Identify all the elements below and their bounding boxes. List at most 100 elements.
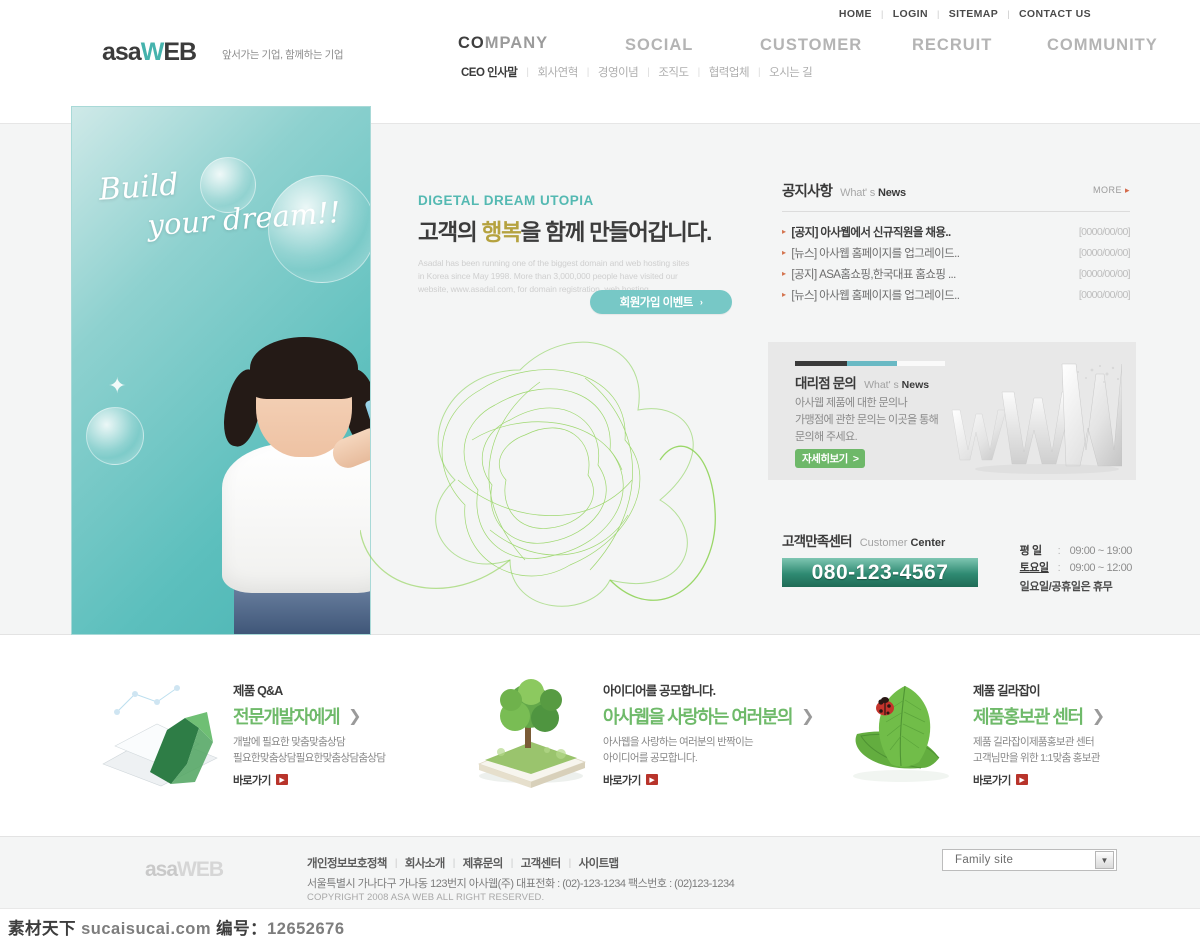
bullet-icon: ▸: [782, 227, 786, 236]
promo-desc-line1: 제품 길라잡이제품홍보관 센터: [973, 736, 1095, 748]
notice-list-item[interactable]: ▸ [공지] ASA홈쇼핑,한국대표 홈쇼핑 ... [0000/00/00]: [782, 263, 1131, 284]
nav-item-recruit[interactable]: RECRUIT: [912, 36, 992, 55]
notice-item-title[interactable]: [뉴스] 아사웹 홈페이지를 업그레이드..: [791, 287, 1070, 303]
notice-item-date: [0000/00/00]: [1078, 246, 1131, 259]
notice-more-label: MORE: [1092, 185, 1122, 195]
promo-title[interactable]: 아사웹을 사랑하는 여러분의 ❯: [603, 703, 818, 729]
customer-center-phone-number: 080-123-4567: [811, 560, 949, 584]
nav-item-community[interactable]: COMMUNITY: [1047, 36, 1158, 55]
customer-center-hours: 평 일 : 09:00 ~ 19:00 토요일 : 09:00 ~ 12:00 …: [1019, 542, 1133, 594]
signup-event-label: 회원가입 이벤트: [619, 297, 694, 309]
footer-link-partnership[interactable]: 제휴문의: [455, 855, 511, 871]
logo-text-w: W: [140, 38, 165, 66]
arrow-right-icon: ▶: [645, 774, 658, 785]
arrow-right-icon: ▸: [1124, 185, 1130, 195]
notice-title-en: What' s News: [840, 187, 906, 199]
hero-script-line1: Build: [97, 167, 180, 208]
footer-address: 서울특별시 가나다구 가나동 123번지 아사웹(주) 대표전화 : (02)-…: [307, 878, 735, 890]
notice-more-link[interactable]: MORE ▸: [1093, 185, 1130, 196]
nav-item-company[interactable]: COMPANY: [458, 34, 548, 53]
site-footer: asaWEB 개인정보보호정책 | 회사소개 | 제휴문의 | 고객센터 | 사…: [0, 836, 1200, 908]
promo-goto-label: 바로가기: [233, 774, 271, 787]
utility-link-login[interactable]: LOGIN: [884, 8, 937, 20]
chevron-right-icon: ❯: [1091, 708, 1105, 725]
customer-center: 고객만족센터 Customer Center 080-123-4567 평 일 …: [782, 530, 1132, 593]
promo-goto-link[interactable]: 바로가기 ▶: [973, 772, 1188, 788]
cc-title-ko: 고객만족센터: [782, 534, 853, 549]
footer-link-privacy[interactable]: 개인정보보호정책: [307, 855, 395, 871]
headline-highlight: 행복: [481, 220, 522, 245]
notice-item-title[interactable]: [공지] 아사웹에서 신규직원을 채용..: [791, 224, 1070, 240]
cc-title-en-bold: Center: [910, 537, 946, 549]
notice-header: 공지사항 What' s News MORE ▸: [782, 180, 1130, 204]
hero-copy: DIGETAL DREAM UTOPIA 고객의 행복을 함께 만들어갑니다. …: [418, 193, 748, 314]
notice-list-item[interactable]: ▸ [뉴스] 아사웹 홈페이지를 업그레이드.. [0000/00/00]: [782, 284, 1131, 305]
girl-hair: [250, 337, 358, 399]
utility-link-home[interactable]: HOME: [830, 8, 881, 20]
notice-item-date: [0000/00/00]: [1078, 267, 1131, 280]
hours-label: 토요일: [1019, 562, 1050, 574]
utility-link-contact-us[interactable]: CONTACT US: [1010, 8, 1100, 20]
www-3d-art: [951, 363, 1122, 474]
dealer-title-en-bold: News: [901, 379, 930, 391]
bullet-icon: ▸: [782, 290, 786, 299]
subnav-item-philosophy[interactable]: 경영이념: [589, 64, 647, 80]
dealer-body-text: 아사웹 제품에 대한 문의나 가맹점에 관한 문의는 이곳을 통해 문의해 주세…: [795, 395, 939, 446]
bullet-icon: ▸: [782, 248, 786, 257]
footer-link-customer-center[interactable]: 고객센터: [513, 855, 569, 871]
subnav-item-org-chart[interactable]: 조직도: [649, 64, 697, 80]
promo-goto-link[interactable]: 바로가기 ▶: [233, 772, 448, 788]
footer-link-sitemap[interactable]: 사이트맵: [571, 855, 627, 871]
notice-item-title[interactable]: [공지] ASA홈쇼핑,한국대표 홈쇼핑 ...: [791, 266, 1070, 282]
hero-headline: 고객의 행복을 함께 만들어갑니다.: [418, 215, 748, 247]
leaf-ladybug-icon: [853, 685, 949, 782]
promo-title[interactable]: 전문개발자에게 ❯: [233, 703, 448, 729]
promo-title-label: 전문개발자에게: [233, 707, 341, 727]
segment-bar-dark: [795, 361, 847, 366]
promo-title[interactable]: 제품홍보관 센터 ❯: [973, 703, 1188, 729]
utility-link-sitemap[interactable]: SITEMAP: [940, 8, 1007, 20]
promo-panel-product-guide: 제품 길라잡이 제품홍보관 센터 ❯ 제품 길라잡이제품홍보관 센터 고객님만을 …: [835, 660, 1175, 820]
chevron-right-icon: ❯: [348, 708, 361, 725]
family-site-select[interactable]: Family site ▼: [942, 849, 1117, 871]
hero-eyebrow: DIGETAL DREAM UTOPIA: [418, 193, 594, 208]
hours-colon: :: [1057, 545, 1061, 557]
chevron-right-icon: >: [852, 452, 859, 465]
notice-board: 공지사항 What' s News MORE ▸ ▸ [공지] 아사웹에서 신규…: [782, 180, 1131, 305]
bubble-icon: [200, 157, 256, 213]
dealer-inquiry-box: 대리점 문의 What' s News 아사웹 제품에 대한 문의나 가맹점에 …: [768, 342, 1136, 480]
promo-goto-label: 바로가기: [973, 774, 1011, 787]
watermark-id: 12652676: [267, 919, 345, 938]
notice-item-date: [0000/00/00]: [1078, 225, 1131, 238]
footer-logo: asaWEB: [145, 858, 224, 882]
hero-visual: Build your dream!! ✦: [71, 106, 371, 635]
subnav-item-directions[interactable]: 오시는 길: [760, 64, 821, 80]
subnav-item-ceo-greeting[interactable]: CEO 인사말: [452, 64, 526, 80]
watermark-site: sucaisucai.com: [81, 919, 211, 938]
segment-bar-teal: [847, 361, 897, 366]
footer-logo-asa: asa: [145, 858, 178, 881]
dealer-detail-label: 자세히보기: [802, 453, 848, 465]
site-logo[interactable]: asaWEB: [102, 38, 197, 67]
promo-goto-link[interactable]: 바로가기 ▶: [603, 772, 818, 788]
notice-list-item[interactable]: ▸ [공지] 아사웹에서 신규직원을 채용.. [0000/00/00]: [782, 221, 1131, 242]
notice-item-title[interactable]: [뉴스] 아사웹 홈페이지를 업그레이드..: [791, 245, 1070, 261]
chevron-down-icon[interactable]: ▼: [1095, 851, 1114, 869]
notice-list-item[interactable]: ▸ [뉴스] 아사웹 홈페이지를 업그레이드.. [0000/00/00]: [782, 242, 1131, 263]
footer-logo-web: WEB: [177, 858, 224, 881]
nav-item-social[interactable]: SOCIAL: [625, 36, 693, 55]
subnav-item-history[interactable]: 회사연혁: [528, 64, 586, 80]
promo-description: 아사웹을 사랑하는 여러분의 반짝이는 아이디어를 공모합니다.: [603, 735, 818, 767]
customer-center-phone-bar: 080-123-4567: [782, 558, 978, 587]
signup-event-button[interactable]: 회원가입 이벤트 ›: [590, 290, 732, 314]
watermark-text: 素材天下 sucaisucai.com 编号：12652676: [8, 915, 345, 939]
logo-text-eb: EB: [163, 38, 197, 66]
subnav-item-partners[interactable]: 협력업체: [700, 64, 758, 80]
family-site-value: Family site: [955, 854, 1014, 866]
nav-item-customer[interactable]: CUSTOMER: [760, 36, 862, 55]
promo-desc-line2: 아이디어를 공모합니다.: [603, 751, 698, 764]
footer-links: 개인정보보호정책 | 회사소개 | 제휴문의 | 고객센터 | 사이트맵: [307, 855, 627, 871]
dealer-detail-button[interactable]: 자세히보기 >: [795, 449, 866, 468]
sparkle-icon: ✦: [108, 373, 127, 398]
footer-link-about[interactable]: 회사소개: [397, 855, 453, 871]
